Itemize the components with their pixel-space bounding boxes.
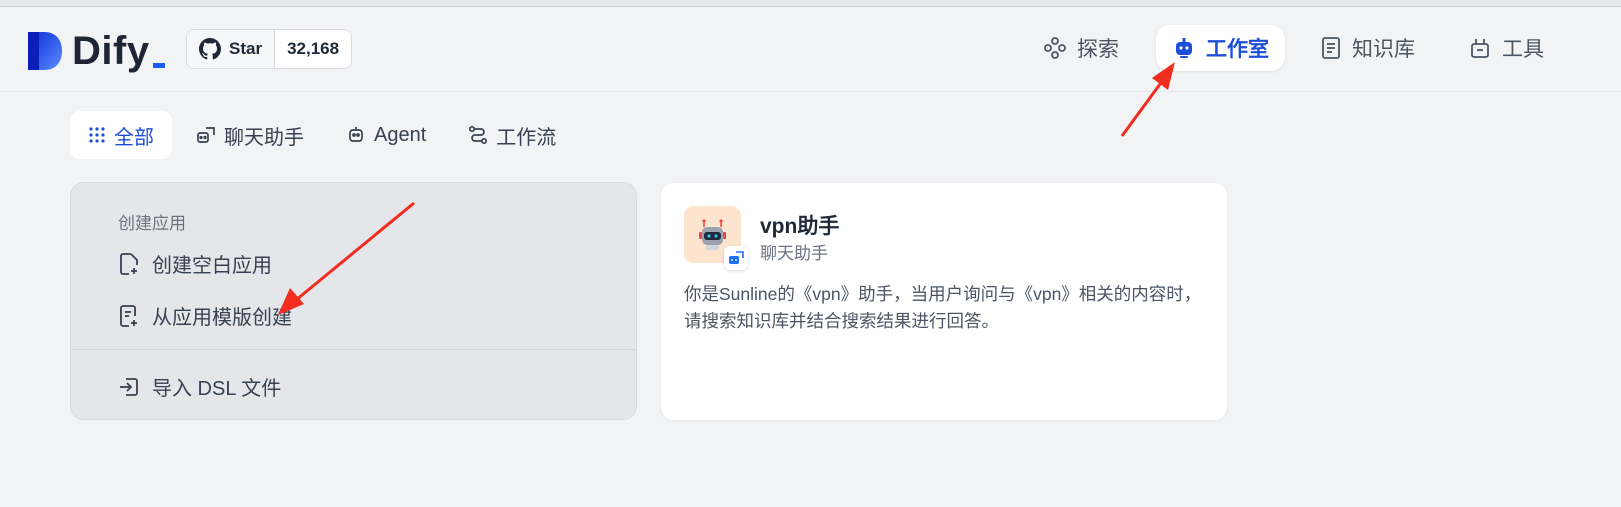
robot-icon [1176, 38, 1192, 58]
top-header: Dify Star 32,168 探索 工作室 知识库 工具 [0, 7, 1621, 92]
nav-explore[interactable]: 探索 [1043, 25, 1119, 71]
create-card-divider [71, 349, 636, 350]
explore-icon [1044, 37, 1066, 59]
tab-chat-assistant-label: 聊天助手 [224, 126, 304, 149]
tab-agent[interactable]: Agent [328, 111, 444, 159]
nav-studio[interactable]: 工作室 [1156, 25, 1285, 71]
app-name: vpn助手 [760, 215, 840, 238]
chat-icon [197, 127, 215, 143]
nav-knowledge[interactable]: 知识库 [1320, 25, 1415, 71]
tools-icon [1471, 39, 1489, 58]
chat-badge-icon [729, 251, 744, 264]
template-file-icon [120, 304, 137, 327]
book-icon [1322, 37, 1340, 59]
create-blank-app-button[interactable]: 创建空白应用 [118, 249, 272, 278]
window-top-border [0, 0, 1621, 7]
tab-chat-assistant[interactable]: 聊天助手 [178, 111, 322, 159]
app-type-tabs: 全部 聊天助手 Agent 工作流 [70, 111, 580, 159]
grid-icon [89, 127, 105, 143]
dify-logo-icon [28, 32, 62, 70]
import-dsl-label: 导入 DSL 文件 [152, 378, 282, 400]
new-file-icon [120, 252, 138, 275]
create-from-template-button[interactable]: 从应用模版创建 [118, 301, 292, 330]
tab-workflow-label: 工作流 [496, 126, 557, 149]
create-app-card: 创建应用 创建空白应用 从应用模版创建 导入 DSL 文件 [70, 182, 637, 420]
tab-all[interactable]: 全部 [70, 111, 172, 159]
agent-icon [349, 127, 363, 142]
logo-underscore [152, 62, 165, 68]
github-star-widget[interactable]: Star 32,168 [186, 29, 353, 69]
nav-studio-label: 工作室 [1206, 38, 1269, 61]
brand-name: Dify [72, 28, 150, 73]
nav-tools[interactable]: 工具 [1468, 25, 1544, 71]
app-description: 你是Sunline的《vpn》助手，当用户询问与《vpn》相关的内容时，请搜索知… [684, 284, 1202, 331]
import-icon [120, 377, 138, 396]
github-icon [199, 38, 221, 60]
tab-agent-label: Agent [374, 123, 427, 146]
chat-type-badge [724, 246, 748, 270]
github-star-label: Star [229, 39, 263, 58]
tab-workflow[interactable]: 工作流 [450, 111, 574, 159]
app-type: 聊天助手 [760, 244, 828, 263]
github-star-count[interactable]: 32,168 [275, 30, 351, 68]
nav-explore-label: 探索 [1077, 38, 1119, 61]
workflow-icon [469, 125, 488, 145]
nav-knowledge-label: 知识库 [1352, 38, 1415, 61]
tab-all-label: 全部 [114, 126, 154, 149]
dify-logo[interactable]: Dify [26, 29, 165, 73]
create-blank-app-label: 创建空白应用 [152, 255, 272, 277]
nav-tools-label: 工具 [1502, 38, 1544, 61]
app-card[interactable]: vpn助手 聊天助手 你是Sunline的《vpn》助手，当用户询问与《vpn》… [660, 182, 1228, 421]
create-from-template-label: 从应用模版创建 [152, 307, 292, 329]
create-app-title: 创建应用 [118, 214, 186, 233]
github-star-button[interactable]: Star [187, 30, 276, 68]
import-dsl-button[interactable]: 导入 DSL 文件 [118, 372, 281, 401]
